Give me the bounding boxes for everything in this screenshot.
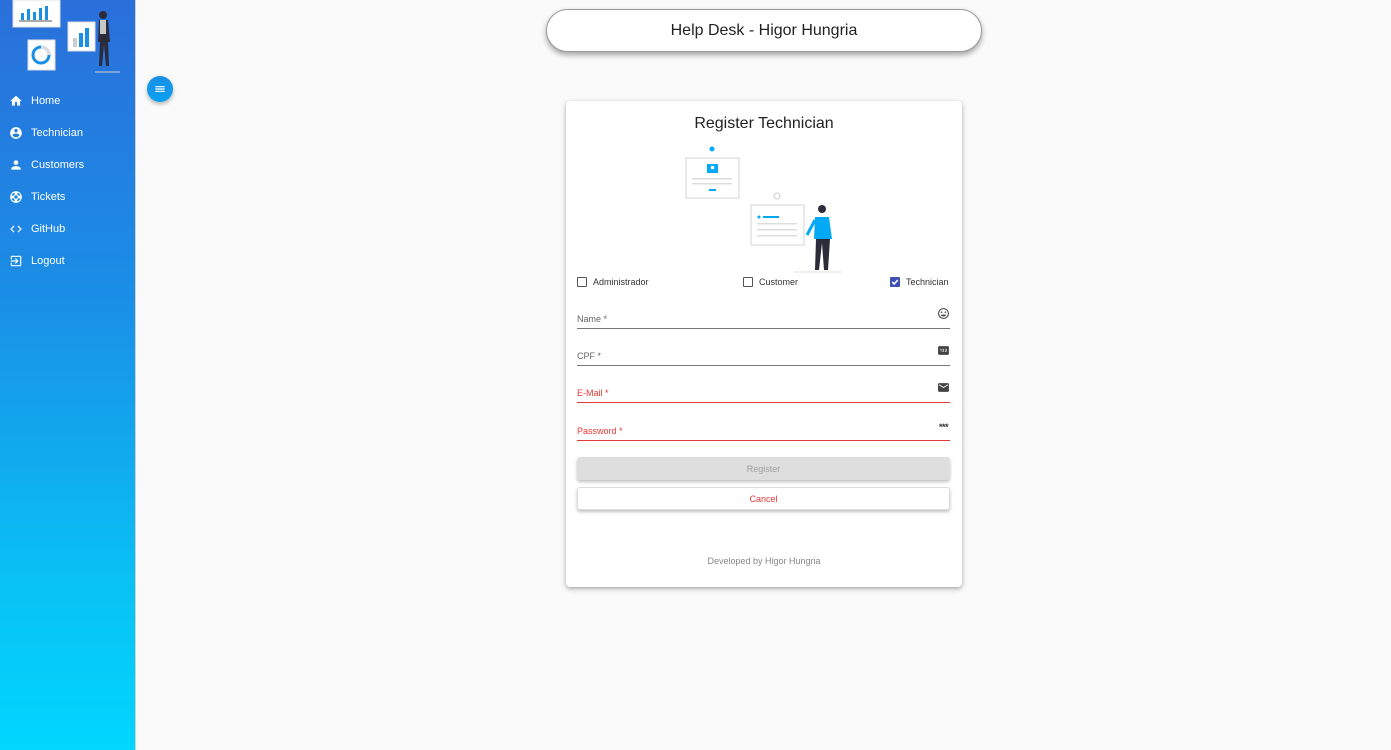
- sidebar-item-technician[interactable]: Technician: [0, 117, 136, 149]
- email-field[interactable]: E-Mail *: [577, 379, 950, 403]
- password-field[interactable]: Password * ***: [577, 417, 950, 441]
- email-field-label: E-Mail *: [577, 388, 609, 398]
- sidebar-item-home[interactable]: Home: [0, 85, 136, 117]
- sidebar-item-label: Technician: [31, 127, 83, 139]
- app-title: Help Desk - Higor Hungria: [670, 21, 858, 39]
- check-icon: [891, 279, 899, 286]
- cpf-field[interactable]: CPF *: [577, 342, 950, 366]
- name-field[interactable]: Name *: [577, 305, 950, 329]
- sidebar-item-label: Customers: [31, 159, 85, 171]
- app-title-header: Help Desk - Higor Hungria: [546, 9, 982, 52]
- name-field-label: Name *: [577, 314, 608, 324]
- account-circle-icon: [9, 126, 23, 140]
- menu-toggle-button[interactable]: [147, 76, 173, 102]
- sidebar-item-tickets[interactable]: Tickets: [0, 181, 136, 213]
- checkbox-label: Technician: [906, 277, 949, 287]
- password-field-label: Password *: [577, 426, 623, 436]
- sidebar-item-label: Home: [31, 95, 61, 107]
- cpf-field-label: CPF *: [577, 351, 602, 361]
- sidebar-item-logout[interactable]: Logout: [0, 245, 136, 277]
- checkbox-box: [743, 277, 753, 287]
- menu-icon: [153, 82, 167, 96]
- profile-checkboxes: Administrador Customer Technician: [577, 277, 951, 293]
- sidebar-item-label: Tickets: [31, 191, 66, 203]
- checkbox-administrador[interactable]: Administrador: [577, 277, 649, 287]
- person-icon: [9, 158, 23, 172]
- sidebar-item-customers[interactable]: Customers: [0, 149, 136, 181]
- home-icon: [9, 94, 23, 108]
- sidebar-nav: Home Technician Customers Tickets GitHub: [0, 85, 136, 277]
- mail-icon: [937, 381, 950, 394]
- register-button[interactable]: Register: [577, 457, 950, 480]
- sidebar-logo-illustration: [0, 0, 136, 78]
- checkbox-label: Administrador: [593, 277, 649, 287]
- password-icon: ***: [938, 421, 949, 432]
- checkbox-technician[interactable]: Technician: [890, 277, 949, 287]
- sidebar-item-label: Logout: [31, 255, 65, 267]
- checkbox-customer[interactable]: Customer: [743, 277, 798, 287]
- logout-icon: [9, 254, 23, 268]
- support-icon: [9, 190, 23, 204]
- cancel-button[interactable]: Cancel: [577, 487, 950, 510]
- checkbox-box: [577, 277, 587, 287]
- sidebar-item-label: GitHub: [31, 223, 66, 235]
- register-illustration: [682, 143, 848, 275]
- pin-icon: [937, 344, 950, 357]
- mood-icon: [937, 307, 950, 320]
- page-title: Register Technician: [694, 115, 834, 132]
- sidebar: Home Technician Customers Tickets GitHub: [0, 0, 136, 750]
- sidebar-item-github[interactable]: GitHub: [0, 213, 136, 245]
- register-technician-card: Register Technician Administrador Custom…: [566, 101, 962, 587]
- checkbox-label: Customer: [759, 277, 799, 287]
- footer-credit: Developed by Higor Hungria: [707, 556, 821, 566]
- checkbox-box-checked: [890, 277, 900, 287]
- code-icon: [9, 222, 23, 236]
